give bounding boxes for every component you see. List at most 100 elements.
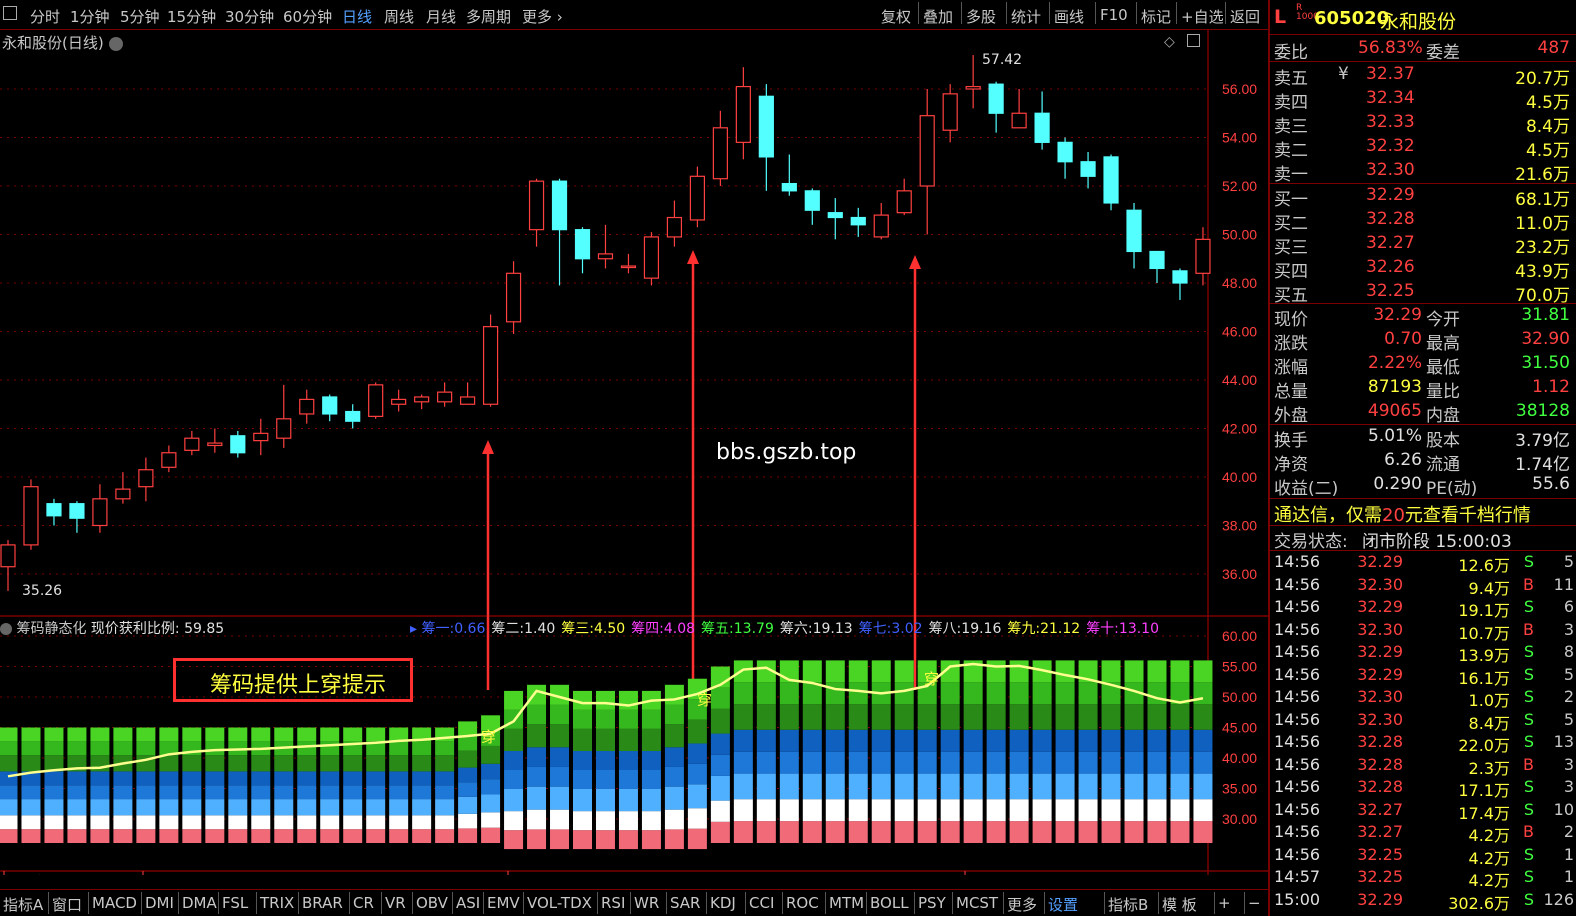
indicator-tab-15[interactable]: WR [634,894,659,912]
cross-up-mark: 穿 [924,670,939,688]
bid-row: 买二 32.28 11.0万 [1270,209,1576,234]
chip-band [504,788,524,812]
indicator-tab-19[interactable]: ROC [786,894,819,912]
indicator-tab-27[interactable]: 模 板 [1162,894,1197,915]
indicator-tab-7[interactable]: BRAR [302,894,343,912]
fund-label: 收益(二) [1274,479,1339,499]
indicator-tab-8[interactable]: CR [353,894,374,912]
indicator-name[interactable]: 筹码静态化 [16,621,86,637]
bid-price: 32.26 [1366,257,1415,277]
ask-label: 卖二 [1274,141,1308,161]
chip-band [756,729,776,752]
indicator-tab-0[interactable]: 指标A [3,894,43,915]
chip-band [756,821,776,843]
chip-band [136,799,156,816]
indicator-tab-14[interactable]: RSI [601,894,625,912]
tick-row: 14:56 32.29 12.6万 S 5 [1270,552,1576,575]
indicator-tab-3[interactable]: DMI [145,894,174,912]
indicator-tab-26[interactable]: 指标B [1108,894,1148,915]
indicator-tab-9[interactable]: VR [385,894,406,912]
chip-band [595,811,615,831]
period-tab-4[interactable]: 30分钟 [225,6,274,27]
indicator-tab-18[interactable]: CCI [749,894,774,912]
kline-chart[interactable]: 56.00 54.00 52.00 50.00 48.00 46.00 44.00 42.00… [0,30,1268,875]
tick-volume: 4.2万 [1468,826,1510,845]
toolbar-right-1[interactable]: 叠加 [923,6,953,27]
fund-value: 6.26 [1384,450,1422,470]
chip-band [1009,773,1029,800]
window-icon[interactable] [3,6,17,20]
expand-icon[interactable] [1187,34,1200,47]
chip-band [779,704,799,730]
indicator-tab-22[interactable]: PSY [918,894,946,912]
indicator-tab-12[interactable]: EMV [487,894,520,912]
indicator-tab-24[interactable]: 更多 [1007,894,1037,915]
chip-band [1032,821,1052,843]
indicator-collapse-icon[interactable] [0,623,12,635]
toolbar-right-2[interactable]: 多股 [966,6,996,27]
chip-band [618,728,638,752]
indicator-tab-5[interactable]: FSL [222,894,248,912]
chart-options-icon[interactable] [108,36,123,51]
toolbar-right-7[interactable]: +自选 [1181,6,1224,27]
indicator-tab-11[interactable]: ASI [456,894,480,912]
tick-time: 14:56 [1274,822,1321,841]
chip-band [44,741,64,756]
period-tab-9[interactable]: 多周期 [466,6,511,27]
toolbar-right-5[interactable]: F10 [1100,6,1128,24]
toolbar-right-3[interactable]: 统计 [1011,6,1041,27]
indicator-tab-6[interactable]: TRIX [260,894,294,912]
indicator-tab-28[interactable]: + [1218,894,1231,912]
tick-side: S [1523,687,1534,706]
chip-band [366,815,386,830]
indicator-tab-16[interactable]: SAR [670,894,700,912]
period-tab-7[interactable]: 周线 [384,6,414,27]
candle-body [689,175,706,221]
indicator-tab-13[interactable]: VOL-TDX [527,894,592,912]
chip-band [205,771,225,786]
candle-body [391,398,407,405]
chip-band [848,682,868,705]
candle-body [115,488,131,500]
candle-body [1195,238,1211,274]
indicator-tab-2[interactable]: MACD [92,894,137,912]
tick-count: 126 [1543,889,1574,909]
indicator-tab-10[interactable]: OBV [416,894,448,912]
indicator-tab-17[interactable]: KDJ [710,894,736,912]
period-tab-8[interactable]: 月线 [426,6,456,27]
indicator-tab-20[interactable]: MTM [829,894,864,912]
promo-link[interactable]: 通达信，仅需20元查看千档行情 [1274,501,1531,527]
period-tab-0[interactable]: 分时 [30,6,60,27]
toolbar-right-0[interactable]: 复权 [881,6,911,27]
quote-value-2: 38128 [1515,401,1570,421]
chip-value-2: 4.50 [593,621,626,637]
period-tab-10[interactable]: 更多 › [522,6,563,27]
tick-time: 14:56 [1274,642,1321,661]
chip-band [44,727,64,742]
indicator-tab-23[interactable]: MCST [956,894,998,912]
tick-price: 32.30 [1357,619,1403,639]
period-tab-6[interactable]: 日线 [342,6,372,27]
indicator-tab-25[interactable]: 设置 [1048,894,1078,915]
period-tab-1[interactable]: 1分钟 [70,6,110,27]
chip-band [1055,773,1075,800]
period-tab-3[interactable]: 15分钟 [167,6,216,27]
toolbar-right-8[interactable]: 返回 [1230,6,1260,27]
panel-divider [1270,498,1576,499]
indicator-tab-1[interactable]: 窗口 [52,894,82,915]
period-tab-2[interactable]: 5分钟 [120,6,160,27]
chip-band [251,771,271,786]
chip-band [228,829,248,843]
indicator-tab-21[interactable]: BOLL [870,894,909,912]
toolbar-right-6[interactable]: 标记 [1141,6,1171,27]
indicator-tab-4[interactable]: DMA [182,894,217,912]
candle-body [528,180,545,231]
chip-band [159,785,179,800]
diamond-icon[interactable]: ◇ [1164,34,1175,50]
tick-time: 14:57 [1274,867,1321,886]
period-tab-5[interactable]: 60分钟 [283,6,332,27]
indicator-tab-29[interactable]: − [1248,894,1261,912]
tick-price: 32.29 [1357,552,1403,571]
chip-band [113,799,133,816]
toolbar-right-4[interactable]: 画线 [1054,6,1084,27]
